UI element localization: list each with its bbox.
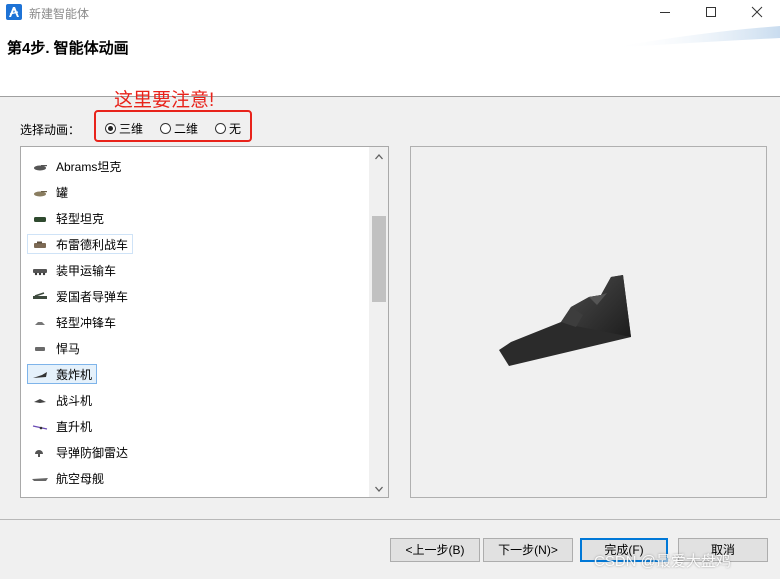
list-item-label: 悍马 <box>56 341 81 356</box>
animation-label: 选择动画： <box>20 123 81 137</box>
radio-unchecked-icon <box>215 122 226 134</box>
scroll-down-icon[interactable] <box>372 482 386 496</box>
armored-carrier-icon <box>32 265 48 276</box>
tank-icon <box>32 161 48 171</box>
list-item-label: 轻型坦克 <box>56 211 105 226</box>
list-item-label: 罐 <box>56 185 69 200</box>
list-item[interactable]: 航空母舰 <box>27 468 109 488</box>
scroll-up-icon[interactable] <box>372 150 386 164</box>
list-item-label: 航空母舰 <box>56 471 105 486</box>
agent-shape-list[interactable]: Abrams坦克 罐 轻型坦克 布雷德利战车 装甲运输车 爱国者导弹车 轻型冲锋… <box>20 146 389 498</box>
title-bar: 新建智能体 <box>0 0 780 26</box>
list-item-label: 轰炸机 <box>56 367 93 382</box>
scroll-thumb[interactable] <box>372 216 386 302</box>
list-item[interactable]: 轻型冲锋车 <box>27 312 121 332</box>
maximize-button[interactable] <box>688 0 734 26</box>
list-item[interactable]: 装甲运输车 <box>27 260 121 280</box>
list-item[interactable]: 轻型坦克 <box>27 208 109 228</box>
assault-vehicle-icon <box>32 317 48 327</box>
list-item[interactable]: 爱国者导弹车 <box>27 286 133 306</box>
radio-checked-icon <box>105 122 116 134</box>
bomber-icon <box>32 369 48 379</box>
radio-2d[interactable]: 二维 <box>160 120 198 136</box>
radar-icon <box>32 447 48 457</box>
list-item[interactable]: Abrams坦克 <box>27 156 126 176</box>
list-scrollbar[interactable] <box>369 147 388 497</box>
list-item[interactable]: 布雷德利战车 <box>27 234 134 254</box>
list-item-label: 导弹防御雷达 <box>56 445 129 460</box>
maximize-icon <box>706 7 716 17</box>
minimize-button[interactable] <box>642 0 688 26</box>
list-item[interactable]: 悍马 <box>27 338 85 358</box>
aircraft-carrier-icon <box>32 473 48 483</box>
list-item-label: 装甲运输车 <box>56 263 117 278</box>
list-item-label: 直升机 <box>56 419 93 434</box>
watermark: CSDN @最爱大盘鸡 <box>594 553 731 570</box>
list-item-label: 布雷德利战车 <box>56 237 129 252</box>
missile-truck-icon <box>32 291 48 301</box>
radio-unchecked-icon <box>160 122 171 134</box>
helicopter-icon <box>32 421 48 431</box>
tank-icon <box>32 187 48 197</box>
bomber-3d-preview-icon <box>499 275 631 366</box>
list-item[interactable]: 罐 <box>27 182 73 202</box>
list-item-selected[interactable]: 轰炸机 <box>27 364 98 384</box>
step-title: 第4步. 智能体动画 <box>7 40 129 57</box>
radio-3d[interactable]: 三维 <box>105 120 143 136</box>
close-button[interactable] <box>734 0 780 26</box>
combat-vehicle-icon <box>32 239 48 249</box>
annotation-note: 这里要注意! <box>114 90 215 111</box>
back-button[interactable]: <上一步(B) <box>390 538 480 562</box>
list-item[interactable]: 战斗机 <box>27 390 97 410</box>
animation-preview <box>410 146 767 498</box>
radio-none-label: 无 <box>229 121 242 136</box>
radio-3d-label: 三维 <box>119 121 144 136</box>
list-item[interactable]: 直升机 <box>27 416 97 436</box>
header-decoration <box>610 26 780 48</box>
list-item-label: 轻型冲锋车 <box>56 315 117 330</box>
window-title: 新建智能体 <box>29 7 90 21</box>
app-logo-icon <box>6 4 22 20</box>
list-item-label: Abrams坦克 <box>56 159 122 174</box>
humvee-icon <box>32 343 48 353</box>
radio-2d-label: 二维 <box>174 121 199 136</box>
fighter-jet-icon <box>32 395 48 405</box>
minimize-icon <box>660 12 670 13</box>
radio-none[interactable]: 无 <box>215 120 241 136</box>
close-icon <box>751 6 763 18</box>
next-button[interactable]: 下一步(N)> <box>483 538 573 562</box>
list-item-label: 战斗机 <box>56 393 93 408</box>
tank-icon <box>32 213 48 223</box>
list-item[interactable]: 导弹防御雷达 <box>27 442 133 462</box>
list-item-label: 爱国者导弹车 <box>56 289 129 304</box>
